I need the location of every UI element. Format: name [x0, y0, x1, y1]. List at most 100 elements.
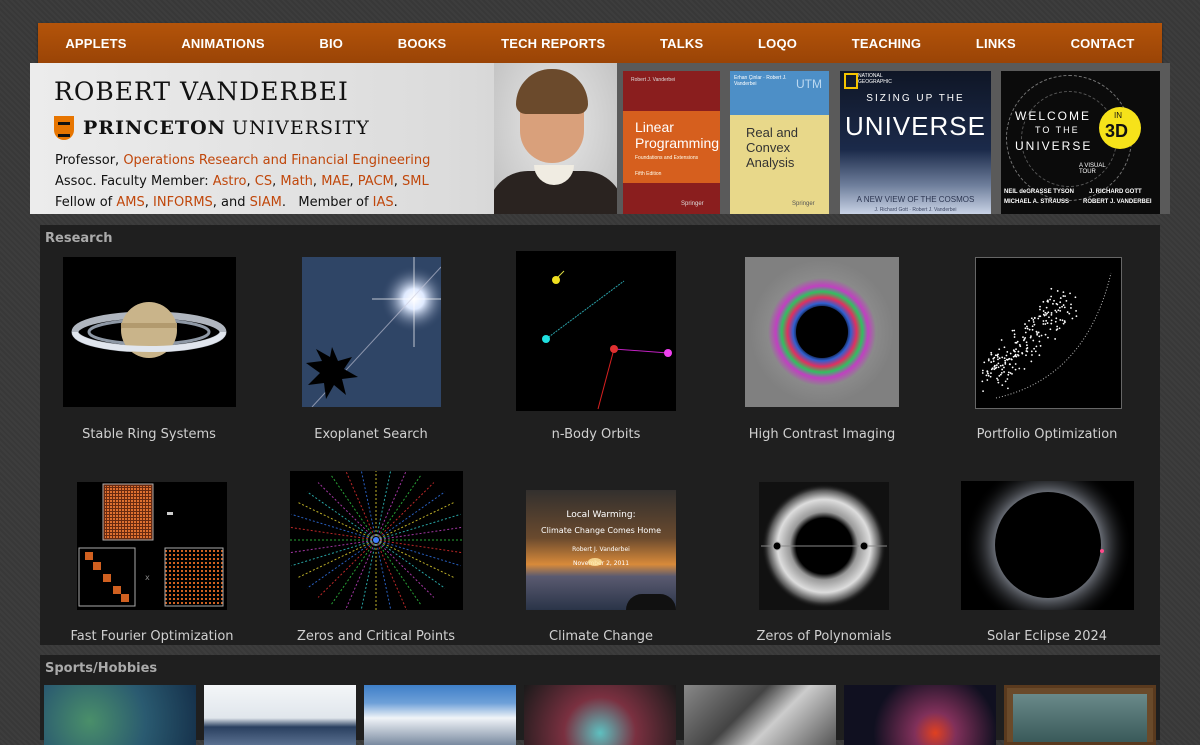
header-banner: ROBERT VANDERBEI PRINCETON UNIVERSITY Pr…	[30, 63, 1170, 214]
bio-line-faculty: Assoc. Faculty Member: Astro, CS, Math, …	[55, 174, 429, 189]
climate-author: Robert J. Vanderbei	[572, 546, 630, 553]
book-author: J. Richard Gott · Robert J. Vanderbei	[874, 207, 957, 213]
link-pacm[interactable]: PACM	[358, 174, 394, 189]
bio-text: , and	[212, 195, 250, 210]
book-author: Erhan Çinlar · Robert J. Vanderbei	[734, 75, 787, 87]
caption-n-body-orbits[interactable]: n-Body Orbits	[496, 427, 696, 442]
book-edition: Fifth Edition	[635, 171, 662, 177]
bio-line-professor: Professor, Operations Research and Finan…	[55, 153, 430, 168]
section-title-research: Research	[45, 231, 113, 246]
bio-line-fellow: Fellow of AMS, INFORMS, and SIAM. Member…	[55, 195, 398, 210]
book-title: Linear Programming	[635, 119, 720, 151]
link-siam[interactable]: SIAM	[250, 195, 282, 210]
princeton-shield-icon	[54, 116, 74, 140]
caption-zeros-of-polynomials[interactable]: Zeros of Polynomials	[724, 629, 924, 644]
nav-links[interactable]: LINKS	[976, 36, 1016, 51]
caption-exoplanet-search[interactable]: Exoplanet Search	[271, 427, 471, 442]
book-author: J. RICHARD GOTT	[1089, 189, 1142, 195]
thumb-hobby-snowflake[interactable]	[684, 685, 836, 745]
climate-subtitle: Climate Change Comes Home	[540, 526, 662, 535]
climate-title: Local Warming:	[566, 510, 636, 520]
university-name-rest: UNIVERSITY	[232, 117, 370, 139]
thumb-stable-ring-systems[interactable]	[63, 257, 236, 407]
nav-contact[interactable]: CONTACT	[1071, 36, 1135, 51]
author-photo	[494, 63, 617, 214]
bio-text: Professor,	[55, 153, 124, 168]
nav-animations[interactable]: ANIMATIONS	[181, 36, 264, 51]
bio-text: . Member of	[281, 195, 373, 210]
bio-panel: ROBERT VANDERBEI PRINCETON UNIVERSITY Pr…	[30, 63, 617, 214]
badge-text: IN	[1114, 111, 1122, 120]
book-author: NEIL deGRASSE TYSON	[1004, 189, 1074, 195]
nav-talks[interactable]: TALKS	[660, 36, 703, 51]
caption-stable-ring-systems[interactable]: Stable Ring Systems	[49, 427, 249, 442]
book-title: Real and Convex Analysis	[746, 125, 799, 170]
thumb-hobby-fireworks[interactable]	[844, 685, 996, 745]
thumb-climate-change[interactable]: Local Warming: Climate Change Comes Home…	[526, 490, 676, 610]
research-section: Research Stable Ring Systems Exoplanet S…	[40, 225, 1160, 645]
svg-text:x: x	[145, 573, 150, 582]
nav-books[interactable]: BOOKS	[398, 36, 447, 51]
book-title-line: TO THE	[1035, 125, 1080, 135]
link-math[interactable]: Math	[280, 174, 313, 189]
thumb-n-body-orbits[interactable]	[516, 251, 676, 411]
caption-fast-fourier-optimization[interactable]: Fast Fourier Optimization	[52, 629, 252, 644]
nav-applets[interactable]: APPLETS	[65, 36, 126, 51]
university-logo: PRINCETON UNIVERSITY	[54, 116, 370, 140]
link-informs[interactable]: INFORMS	[153, 195, 213, 210]
thumb-zeros-of-polynomials[interactable]	[759, 482, 889, 610]
link-sml[interactable]: SML	[402, 174, 429, 189]
book-publisher: Springer	[681, 201, 704, 207]
thumb-high-contrast-imaging[interactable]	[745, 257, 899, 407]
caption-high-contrast-imaging[interactable]: High Contrast Imaging	[722, 427, 922, 442]
thumb-hobby-coral[interactable]	[44, 685, 196, 745]
link-cs[interactable]: CS	[255, 174, 272, 189]
book-author: Robert J. Vanderbei	[631, 77, 676, 83]
link-astro[interactable]: Astro	[213, 174, 247, 189]
badge-text: 3D	[1105, 121, 1129, 141]
book-title-top: SIZING UP THE	[866, 93, 965, 104]
book-welcome-universe-3d[interactable]: WELCOME TO THE UNIVERSE IN 3D A VISUAL T…	[1001, 71, 1160, 214]
caption-solar-eclipse-2024[interactable]: Solar Eclipse 2024	[947, 629, 1147, 644]
caption-zeros-critical-points[interactable]: Zeros and Critical Points	[276, 629, 476, 644]
link-ias[interactable]: IAS	[373, 195, 394, 210]
thumb-exoplanet-search[interactable]	[302, 257, 441, 407]
nav-teaching[interactable]: TEACHING	[852, 36, 922, 51]
book-publisher: NATIONAL GEOGRAPHIC	[858, 73, 892, 85]
thumb-hobby-painting[interactable]	[1004, 685, 1156, 745]
book-subtitle: Foundations and Extensions	[635, 155, 699, 161]
sports-section: Sports/Hobbies	[40, 655, 1160, 745]
thumb-solar-eclipse-2024[interactable]	[961, 481, 1134, 610]
book-linear-programming[interactable]: Robert J. Vanderbei Linear Programming F…	[623, 71, 720, 214]
author-name: ROBERT VANDERBEI	[54, 77, 349, 106]
section-title-sports: Sports/Hobbies	[45, 661, 158, 676]
link-ams[interactable]: AMS	[116, 195, 144, 210]
thumb-fast-fourier-optimization[interactable]: x	[77, 482, 227, 610]
book-title-line: UNIVERSE	[1015, 139, 1093, 153]
thumb-zeros-critical-points[interactable]	[290, 471, 463, 610]
university-name-bold: PRINCETON	[83, 117, 226, 139]
book-title: UNIVERSE	[845, 111, 986, 141]
book-author: MICHAEL A. STRAUSS	[1004, 199, 1070, 205]
thumb-portfolio-optimization[interactable]	[975, 257, 1122, 409]
caption-portfolio-optimization[interactable]: Portfolio Optimization	[947, 427, 1147, 442]
book-author: ROBERT J. VANDERBEI	[1083, 199, 1152, 205]
link-orfe[interactable]: Operations Research and Financial Engine…	[123, 153, 430, 168]
nav-bio[interactable]: BIO	[319, 36, 343, 51]
thumb-hobby-nebula[interactable]	[524, 685, 676, 745]
top-nav: APPLETS ANIMATIONS BIO BOOKS TECH REPORT…	[38, 23, 1162, 63]
book-sizing-up-universe[interactable]: NATIONAL GEOGRAPHIC SIZING UP THE UNIVER…	[840, 71, 991, 214]
thumb-hobby-mountain[interactable]	[364, 685, 516, 745]
book-publisher: Springer	[792, 201, 815, 207]
book-real-convex-analysis[interactable]: Erhan Çinlar · Robert J. Vanderbei UTM R…	[730, 71, 829, 214]
book-series: UTM	[796, 77, 822, 91]
book-subtitle: A NEW VIEW OF THE COSMOS	[856, 195, 975, 204]
book-title-line: WELCOME	[1015, 109, 1092, 123]
link-mae[interactable]: MAE	[321, 174, 349, 189]
caption-climate-change[interactable]: Climate Change	[501, 629, 701, 644]
bio-text: Assoc. Faculty Member:	[55, 174, 213, 189]
bio-text: Fellow of	[55, 195, 117, 210]
nav-loqo[interactable]: LOQO	[758, 36, 797, 51]
thumb-hobby-lake[interactable]	[204, 685, 356, 745]
nav-tech-reports[interactable]: TECH REPORTS	[501, 36, 605, 51]
